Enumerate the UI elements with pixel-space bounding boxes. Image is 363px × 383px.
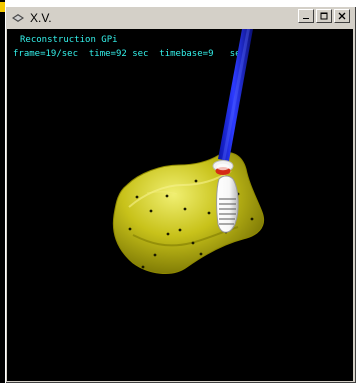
maximize-button[interactable] (316, 9, 332, 23)
3d-viewport[interactable]: Reconstruction GPi frame=19/sec time=92 … (7, 29, 353, 381)
app-icon (10, 11, 26, 25)
gpi-reconstruction (112, 152, 264, 274)
close-icon (338, 12, 346, 20)
title-bar[interactable]: X.V. (7, 8, 352, 27)
maximize-icon (320, 12, 328, 20)
minimize-button[interactable] (298, 9, 314, 23)
scene (112, 29, 264, 274)
window-title: X.V. (30, 10, 52, 25)
app-window: X.V. Reconstruction GPi frame=19/sec tim… (5, 6, 356, 383)
close-button[interactable] (334, 9, 350, 23)
minimize-icon (302, 12, 310, 20)
window-controls (298, 9, 350, 23)
